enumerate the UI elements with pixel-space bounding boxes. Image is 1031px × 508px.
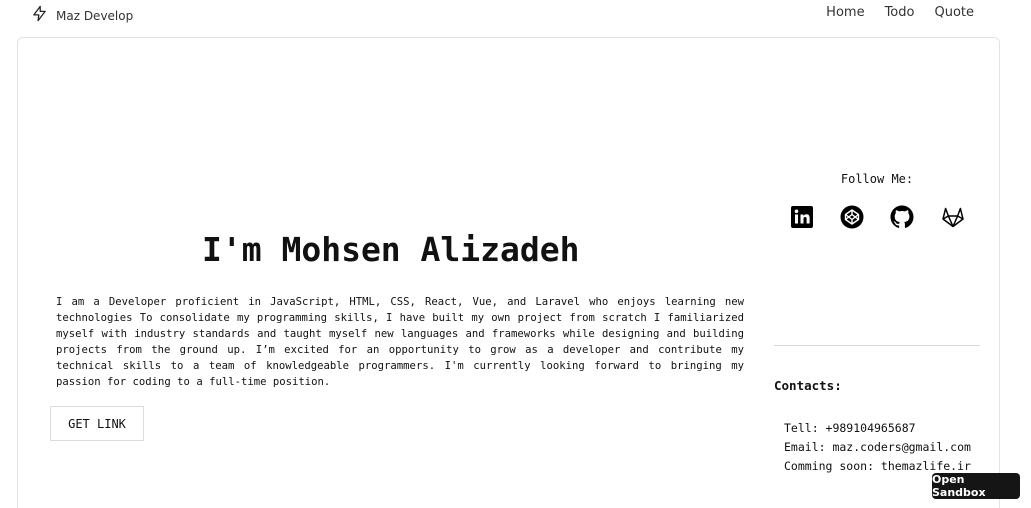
divider [774,345,980,346]
gitlab-icon[interactable] [940,204,966,230]
contacts-title: Contacts: [774,378,842,393]
github-icon[interactable] [889,204,915,230]
contact-phone: Tell: +989104965687 [784,421,916,435]
nav-link-quote[interactable]: Quote [934,5,974,20]
brand[interactable]: Maz Develop [31,5,133,26]
nav-links: Home Todo Quote [826,5,974,20]
linkedin-icon[interactable] [789,204,815,230]
nav-link-todo[interactable]: Todo [885,5,915,20]
hero-title: I'm Mohsen Alizadeh [202,230,580,269]
main-card [17,37,1000,508]
open-sandbox-button[interactable]: Open Sandbox [932,473,1020,499]
follow-title: Follow Me: [840,172,914,186]
nav-link-home[interactable]: Home [826,5,864,20]
bio-paragraph: I am a Developer proficient in JavaScrip… [56,296,744,388]
codepen-icon[interactable] [839,204,865,230]
brand-name: Maz Develop [56,8,134,23]
get-link-button[interactable]: GET LINK [50,406,144,441]
lightning-bolt-icon [31,5,48,26]
contact-email: Email: maz.coders@gmail.com [784,440,971,454]
top-navbar: Maz Develop Home Todo Quote [0,0,1031,30]
contact-website: Comming soon: themazlife.ir [784,459,971,473]
